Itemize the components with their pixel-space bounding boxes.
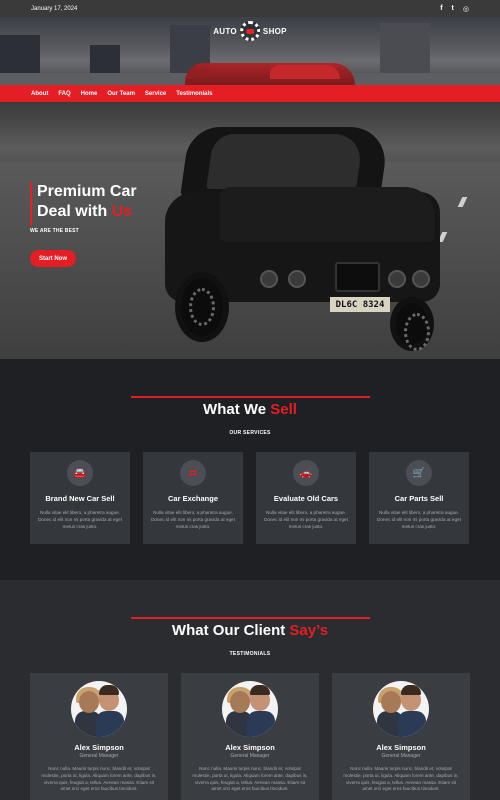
nav-item-testimonials[interactable]: Testimonials <box>176 91 212 97</box>
testimonial-text: Nunc nulla. Mauris turpis nunc, blandit … <box>343 766 459 792</box>
exchange-icon: ⇄ <box>180 460 206 486</box>
testimonial-name: Alex Simpson <box>376 743 426 752</box>
services-section: What We Sell OUR SERVICES 🚘 Brand New Ca… <box>0 359 500 580</box>
testimonial-role: General Manager <box>381 753 421 759</box>
testimonial-role: General Manager <box>230 753 270 759</box>
service-card[interactable]: 🚗 Evaluate Old Cars Nulla vitae elit lib… <box>256 452 356 544</box>
testimonial-role: General Manager <box>79 753 119 759</box>
avatar <box>373 681 429 737</box>
service-card[interactable]: 🚘 Brand New Car Sell Nulla vitae elit li… <box>30 452 130 544</box>
top-bar: January 17, 2024 f t ◎ <box>0 0 500 17</box>
car-headlight <box>412 270 430 288</box>
logo-text-left: AUTO <box>213 26 237 36</box>
section-divider <box>131 396 370 398</box>
hero-title-line1: Premium Car <box>37 183 137 200</box>
logo-text-right: SHOP <box>262 26 287 36</box>
current-date: January 17, 2024 <box>31 5 78 12</box>
gear-car-icon <box>239 21 260 41</box>
services-subtitle: OUR SERVICES <box>229 430 271 436</box>
avatar <box>222 681 278 737</box>
testimonial-text: Nunc nulla. Mauris turpis nunc, blandit … <box>41 766 157 792</box>
hero-car-image: DL6C 8324 <box>160 122 450 352</box>
twitter-icon[interactable]: t <box>452 5 454 12</box>
instagram-icon[interactable]: ◎ <box>463 5 469 13</box>
service-card-text: Nulla vitae elit libero, a pharetra augu… <box>377 510 461 529</box>
car-wheel <box>390 297 434 351</box>
hero-section: DL6C 8324 Premium Car Deal with Us WE AR… <box>0 102 500 359</box>
service-card-title: Car Parts Sell <box>394 494 444 503</box>
red-car-shape <box>270 65 340 79</box>
service-card-text: Nulla vitae elit libero, a pharetra augu… <box>38 510 122 529</box>
hero-subtitle: WE ARE THE BEST <box>30 228 79 234</box>
testimonial-card: Alex Simpson General Manager Nunc nulla.… <box>332 673 470 800</box>
testimonial-name: Alex Simpson <box>74 743 124 752</box>
service-card-title: Car Exchange <box>167 494 219 503</box>
car-icon: 🚘 <box>67 460 93 486</box>
hero-title-line2: Deal with <box>37 203 112 220</box>
avatar <box>71 681 127 737</box>
testimonials-title: What Our Client Say’s <box>0 622 500 639</box>
cart-icon: 🛒 <box>406 460 432 486</box>
testimonials-subtitle: TESTIMONIALS <box>229 651 271 657</box>
nav-item-service[interactable]: Service <box>145 91 166 97</box>
service-card-title: Evaluate Old Cars <box>273 494 339 503</box>
testimonials-title-text: What Our Client <box>171 622 290 639</box>
main-nav: About FAQ Home Our Team Service Testimon… <box>0 85 500 102</box>
car-grille <box>335 262 380 292</box>
car-evaluate-icon: 🚗 <box>293 460 319 486</box>
car-windshield <box>206 134 364 189</box>
services-title-text: What We <box>203 401 271 418</box>
nav-item-our-team[interactable]: Our Team <box>107 91 135 97</box>
section-divider <box>131 617 370 619</box>
testimonials-section: What Our Client Say’s TESTIMONIALS Alex … <box>0 580 500 800</box>
social-links: f t ◎ <box>440 5 469 13</box>
hero-heading: Premium Car Deal with Us <box>30 182 137 226</box>
car-headlight <box>388 270 406 288</box>
nav-item-home[interactable]: Home <box>81 91 98 97</box>
nav-item-faq[interactable]: FAQ <box>58 91 70 97</box>
facebook-icon[interactable]: f <box>440 5 442 12</box>
testimonial-text: Nunc nulla. Mauris turpis nunc, blandit … <box>192 766 308 792</box>
service-card-title: Brand New Car Sell <box>45 494 115 503</box>
testimonial-card: Alex Simpson General Manager Nunc nulla.… <box>181 673 319 800</box>
service-card[interactable]: ⇄ Car Exchange Nulla vitae elit libero, … <box>143 452 243 544</box>
hero-title-highlight: Us <box>111 203 133 220</box>
services-title: What We Sell <box>0 401 500 418</box>
car-headlight <box>288 270 306 288</box>
testimonials-title-highlight: Say’s <box>289 622 329 639</box>
nav-item-about[interactable]: About <box>31 91 48 97</box>
testimonial-card: Alex Simpson General Manager Nunc nulla.… <box>30 673 168 800</box>
hero-title: Premium Car Deal with Us <box>37 182 137 222</box>
testimonial-name: Alex Simpson <box>225 743 275 752</box>
car-headlight <box>260 270 278 288</box>
service-card-text: Nulla vitae elit libero, a pharetra augu… <box>264 510 348 529</box>
service-card[interactable]: 🛒 Car Parts Sell Nulla vitae elit libero… <box>369 452 469 544</box>
car-wheel <box>175 272 229 342</box>
site-logo[interactable]: AUTO SHOP <box>213 21 287 41</box>
car-hood <box>220 187 435 242</box>
services-title-highlight: Sell <box>270 401 297 418</box>
hero-accent-bar <box>30 182 32 226</box>
license-plate: DL6C 8324 <box>330 297 390 312</box>
start-now-button[interactable]: Start Now <box>30 250 76 267</box>
service-card-text: Nulla vitae elit libero, a pharetra augu… <box>151 510 235 529</box>
